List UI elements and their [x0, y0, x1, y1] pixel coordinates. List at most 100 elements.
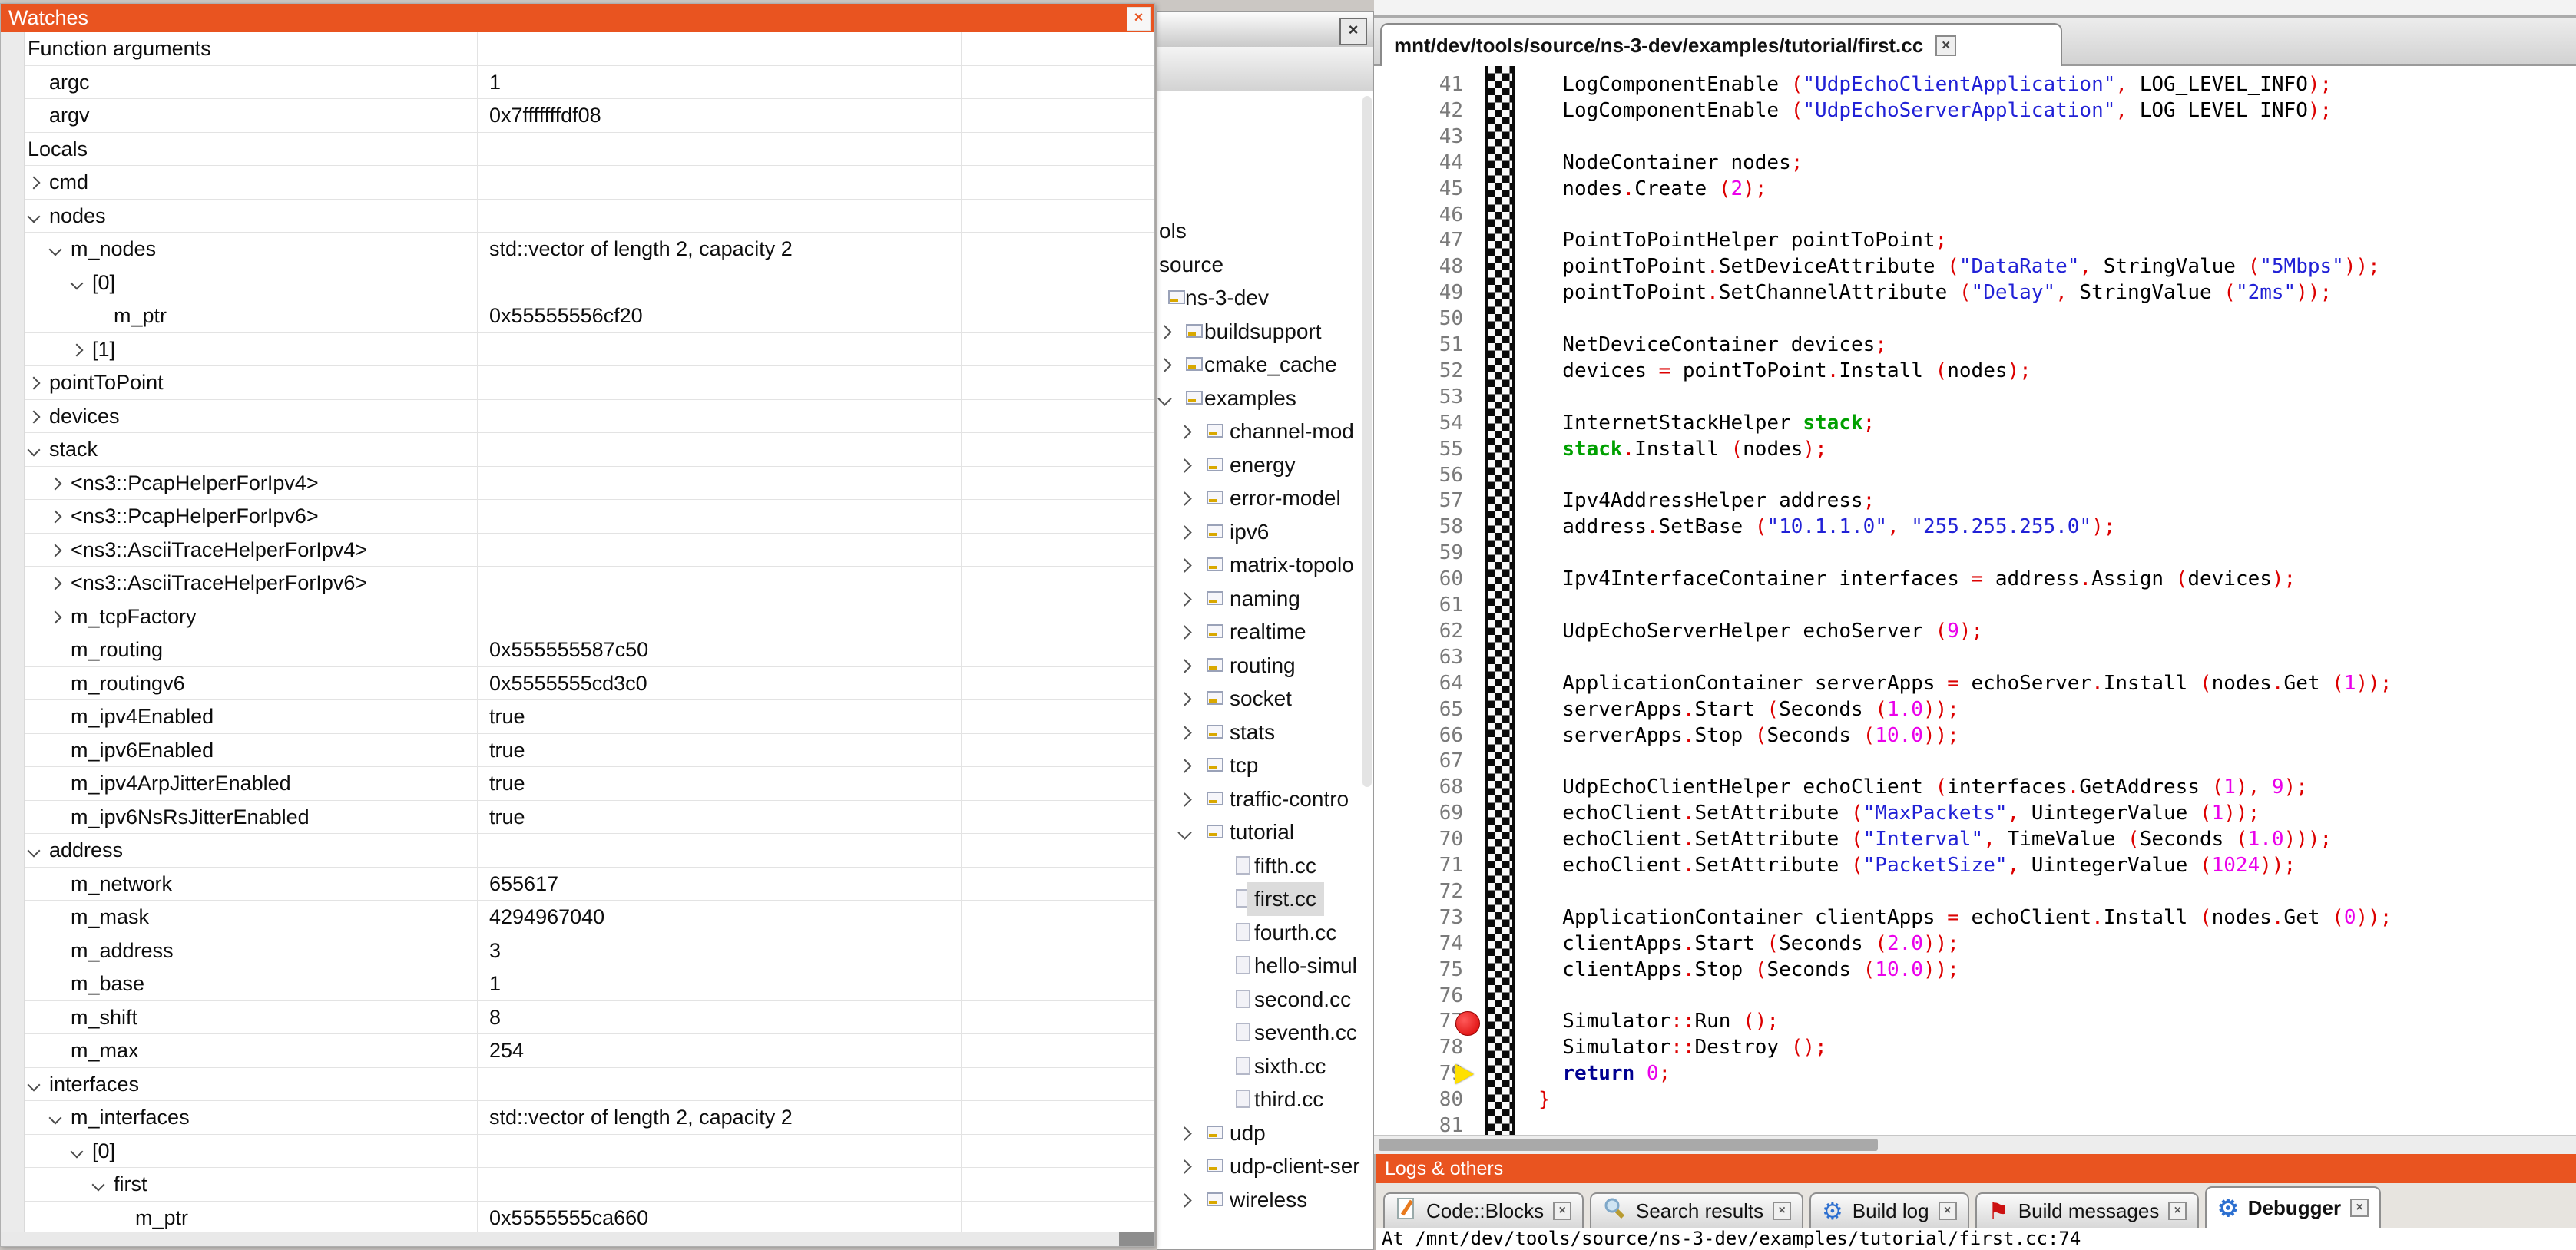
chevron-down-icon[interactable] [28, 210, 41, 223]
line-number[interactable]: 65 [1374, 697, 1463, 723]
line-number[interactable]: 70 [1374, 827, 1463, 853]
editor-tab-first-cc[interactable]: mnt/dev/tools/source/ns-3-dev/examples/t… [1380, 23, 2062, 66]
project-tree[interactable]: olssourcens-3-devbuildsupportcmake_cache… [1157, 91, 1373, 1249]
watch-row[interactable]: <ns3::PcapHelperForIpv4> [1, 467, 1154, 501]
line-number[interactable]: 60 [1374, 567, 1463, 593]
line-number[interactable]: 80 [1374, 1087, 1463, 1113]
tree-item-channel-mod[interactable]: channel-mod [1157, 415, 1373, 448]
chevron-right-icon[interactable] [1177, 525, 1191, 539]
line-number[interactable]: 41 [1374, 72, 1463, 98]
logs-tab-build-log[interactable]: ⚙Build log× [1809, 1192, 1969, 1228]
chevron-right-icon[interactable] [1177, 491, 1191, 505]
tree-item-wireless[interactable]: wireless [1157, 1183, 1373, 1217]
line-number[interactable]: 76 [1374, 984, 1463, 1010]
chevron-right-icon[interactable] [1177, 1193, 1191, 1207]
watch-row[interactable]: argv0x7fffffffdf08 [1, 99, 1154, 133]
tree-item-traffic-contro[interactable]: traffic-contro [1157, 782, 1373, 816]
tree-item-energy[interactable]: energy [1157, 448, 1373, 482]
watch-value[interactable]: std::vector of length 2, capacity 2 [489, 233, 793, 265]
chevron-right-icon[interactable] [49, 610, 62, 623]
watch-row[interactable]: pointToPoint [1, 366, 1154, 400]
watches-titlebar[interactable]: Watches × [1, 4, 1154, 32]
line-number[interactable]: 74 [1374, 931, 1463, 957]
chevron-right-icon[interactable] [1177, 558, 1191, 572]
watch-value[interactable]: 254 [489, 1034, 524, 1066]
line-number[interactable]: 68 [1374, 775, 1463, 801]
chevron-right-icon[interactable] [1177, 1126, 1191, 1140]
close-icon[interactable]: × [2168, 1202, 2187, 1220]
line-number[interactable]: 78 [1374, 1035, 1463, 1061]
line-number[interactable]: 67 [1374, 749, 1463, 775]
watch-value[interactable]: 4294967040 [489, 901, 604, 933]
tree-item-cmake-cache[interactable]: cmake_cache [1157, 348, 1373, 382]
line-number[interactable]: 69 [1374, 801, 1463, 827]
watch-row[interactable]: m_address3 [1, 934, 1154, 968]
line-number[interactable]: 61 [1374, 593, 1463, 619]
watch-row[interactable]: Locals [1, 133, 1154, 167]
line-number[interactable]: 71 [1374, 853, 1463, 879]
watch-row[interactable]: m_routing0x555555587c50 [1, 633, 1154, 667]
watch-row[interactable]: m_ipv6NsRsJitterEnabledtrue [1, 801, 1154, 835]
tree-item-first-cc[interactable]: first.cc [1157, 882, 1373, 916]
chevron-down-icon[interactable] [1177, 825, 1191, 839]
watch-row[interactable]: m_network655617 [1, 868, 1154, 901]
projects-pane-titlebar[interactable]: × [1157, 12, 1373, 48]
chevron-down-icon[interactable] [28, 845, 41, 858]
watch-row[interactable]: m_ptr0x5555555ca660 [1, 1202, 1154, 1233]
line-number[interactable]: 57 [1374, 488, 1463, 514]
close-icon[interactable]: × [1339, 18, 1367, 45]
line-number[interactable]: 47 [1374, 228, 1463, 254]
line-number[interactable]: 55 [1374, 437, 1463, 463]
watches-column-divider[interactable] [961, 32, 962, 1232]
tree-item-third-cc[interactable]: third.cc [1157, 1083, 1373, 1116]
line-number[interactable]: 58 [1374, 514, 1463, 541]
watch-row[interactable]: m_shift8 [1, 1001, 1154, 1035]
watch-value[interactable]: std::vector of length 2, capacity 2 [489, 1101, 793, 1133]
line-number[interactable]: 48 [1374, 254, 1463, 280]
tree-item-realtime[interactable]: realtime [1157, 615, 1373, 649]
line-number[interactable]: 66 [1374, 723, 1463, 749]
watch-row[interactable]: m_routingv60x5555555cd3c0 [1, 667, 1154, 701]
chevron-right-icon[interactable] [1177, 692, 1191, 706]
tree-item-source[interactable]: source [1157, 248, 1373, 282]
line-number[interactable]: 73 [1374, 905, 1463, 931]
watch-value[interactable]: 0x555555587c50 [489, 633, 648, 666]
watch-row[interactable]: m_base1 [1, 967, 1154, 1001]
line-number[interactable]: 43 [1374, 124, 1463, 150]
watch-row[interactable]: address [1, 834, 1154, 868]
chevron-right-icon[interactable] [49, 477, 62, 490]
watch-row[interactable]: <ns3::PcapHelperForIpv6> [1, 500, 1154, 534]
line-number[interactable]: 49 [1374, 280, 1463, 306]
chevron-right-icon[interactable] [49, 544, 62, 557]
tree-item-sixth-cc[interactable]: sixth.cc [1157, 1050, 1373, 1083]
watch-value[interactable]: 0x5555555cd3c0 [489, 667, 647, 699]
watch-row[interactable]: stack [1, 433, 1154, 467]
chevron-right-icon[interactable] [1177, 425, 1191, 438]
tree-item-naming[interactable]: naming [1157, 582, 1373, 616]
line-number[interactable]: 45 [1374, 177, 1463, 203]
watch-value[interactable]: 0x55555556cf20 [489, 299, 643, 332]
breakpoint-icon[interactable] [1455, 1011, 1480, 1036]
editor-hscrollbar[interactable] [1374, 1135, 2576, 1155]
tree-item-udp-client-ser[interactable]: udp-client-ser [1157, 1149, 1373, 1183]
chevron-right-icon[interactable] [1177, 458, 1191, 472]
tree-item-stats[interactable]: stats [1157, 716, 1373, 749]
chevron-right-icon[interactable] [49, 511, 62, 524]
watch-value[interactable]: 0x7fffffffdf08 [489, 99, 601, 131]
close-icon[interactable]: × [1127, 7, 1151, 31]
tree-scrollbar[interactable] [1362, 96, 1372, 787]
line-number[interactable]: 44 [1374, 150, 1463, 177]
chevron-right-icon[interactable] [1177, 726, 1191, 739]
line-number[interactable]: 52 [1374, 359, 1463, 385]
line-number[interactable]: 79 [1374, 1061, 1463, 1087]
watch-row[interactable]: m_tcpFactory [1, 600, 1154, 634]
chevron-right-icon[interactable] [28, 377, 41, 390]
chevron-down-icon[interactable] [71, 1145, 84, 1158]
chevron-right-icon[interactable] [49, 577, 62, 590]
watches-table[interactable]: Function argumentsargc1argv0x7fffffffdf0… [1, 32, 1154, 1232]
watch-row[interactable]: m_interfacesstd::vector of length 2, cap… [1, 1101, 1154, 1135]
watch-row[interactable]: devices [1, 400, 1154, 434]
watch-value[interactable]: true [489, 700, 525, 732]
watch-value[interactable]: 655617 [489, 868, 558, 900]
watch-row[interactable]: [1] [1, 333, 1154, 367]
